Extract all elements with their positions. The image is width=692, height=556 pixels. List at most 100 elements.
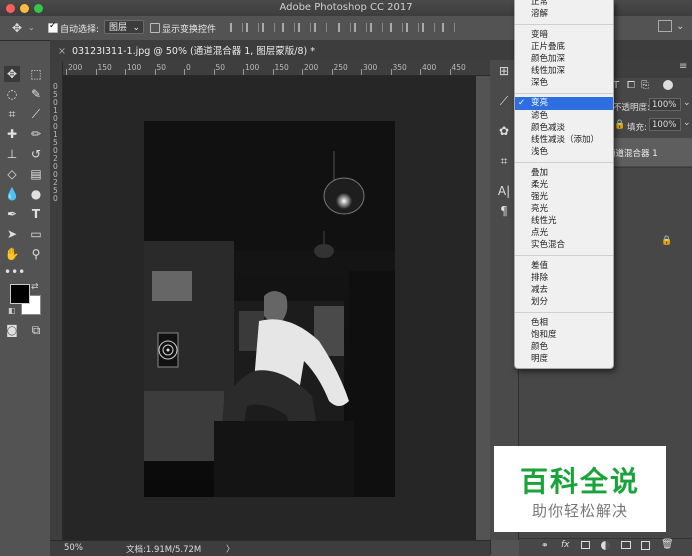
- history-panel-icon[interactable]: ⊞: [497, 64, 511, 78]
- layer-name[interactable]: 通道混合器 1: [607, 147, 658, 159]
- shape-filter-icon[interactable]: ⧠: [627, 80, 635, 91]
- menu-item-linear-burn[interactable]: 线性加深: [531, 65, 565, 77]
- align-vcenter-icon[interactable]: [246, 23, 259, 32]
- swap-colors-icon[interactable]: ⇄: [31, 282, 39, 292]
- auto-align-icon[interactable]: [442, 23, 455, 32]
- menu-item-saturation[interactable]: 饱和度: [531, 329, 557, 341]
- quick-mask-icon[interactable]: ◙: [4, 322, 20, 338]
- chevron-down-icon[interactable]: ⌄: [683, 98, 691, 108]
- auto-select-checkbox[interactable]: ✓: [48, 21, 58, 33]
- default-colors-icon[interactable]: ◧: [8, 306, 16, 315]
- distribute-vcenter-icon[interactable]: [354, 23, 367, 32]
- properties-panel-icon[interactable]: ⟋: [497, 94, 511, 108]
- clone-stamp-tool-icon[interactable]: ⊥: [4, 146, 20, 162]
- show-transform-checkbox[interactable]: [150, 23, 160, 33]
- menu-item-vivid-light[interactable]: 亮光: [531, 203, 548, 215]
- menu-item-multiply[interactable]: 正片叠底: [531, 41, 565, 53]
- smart-filter-icon[interactable]: ⎘: [641, 80, 649, 91]
- opacity-field[interactable]: 100%: [649, 98, 681, 111]
- healing-brush-tool-icon[interactable]: ✚: [4, 126, 20, 142]
- menu-item-normal[interactable]: 正常: [531, 0, 548, 8]
- filter-toggle-icon[interactable]: [663, 80, 673, 90]
- status-menu-arrow[interactable]: 〉: [226, 543, 235, 555]
- menu-item-hard-light[interactable]: 强光: [531, 191, 548, 203]
- menu-item-subtract[interactable]: 减去: [531, 284, 548, 296]
- lasso-tool-icon[interactable]: ◌: [4, 86, 20, 102]
- menu-item-darker-color[interactable]: 深色: [531, 77, 548, 89]
- document-tab[interactable]: × 03123I311-1.jpg @ 50% (通道混合器 1, 图层蒙版/8)…: [58, 43, 315, 61]
- crop-panel-icon[interactable]: ⌗: [497, 154, 511, 168]
- menu-item-difference[interactable]: 差值: [531, 260, 548, 272]
- pen-tool-icon[interactable]: ✒: [4, 206, 20, 222]
- menu-item-divide[interactable]: 划分: [531, 296, 548, 308]
- close-tab-icon[interactable]: ×: [58, 46, 66, 57]
- menu-item-exclusion[interactable]: 排除: [531, 272, 548, 284]
- move-tool-icon[interactable]: ✥: [4, 66, 20, 82]
- new-group-icon[interactable]: [621, 541, 631, 549]
- foreground-color-swatch[interactable]: [10, 284, 30, 304]
- menu-item-lighten[interactable]: 变亮: [531, 97, 548, 109]
- chevron-down-icon[interactable]: ⌄: [683, 118, 691, 128]
- blur-tool-icon[interactable]: 💧: [4, 186, 20, 202]
- crop-tool-icon[interactable]: ⌗: [4, 106, 20, 122]
- path-select-tool-icon[interactable]: ➤: [4, 226, 20, 242]
- eyedropper-tool-icon[interactable]: ⟋: [28, 106, 44, 122]
- zoom-tool-icon[interactable]: ⚲: [28, 246, 44, 262]
- menu-item-screen[interactable]: 滤色: [531, 110, 548, 122]
- eraser-tool-icon[interactable]: ◇: [4, 166, 20, 182]
- hand-tool-icon[interactable]: ✋: [4, 246, 20, 262]
- menu-item-overlay[interactable]: 叠加: [531, 167, 548, 179]
- zoom-level[interactable]: 50%: [64, 543, 83, 553]
- menu-item-linear-dodge[interactable]: 线性减淡（添加）: [531, 134, 599, 146]
- menu-item-soft-light[interactable]: 柔光: [531, 179, 548, 191]
- distribute-right-icon[interactable]: [422, 23, 435, 32]
- menu-item-hue[interactable]: 色相: [531, 317, 548, 329]
- character-panel-icon[interactable]: A|: [497, 184, 511, 198]
- link-layers-icon[interactable]: ⚭: [541, 541, 549, 551]
- marquee-tool-icon[interactable]: ⬚: [28, 66, 44, 82]
- distribute-bottom-icon[interactable]: [370, 23, 383, 32]
- workspace-icon[interactable]: [658, 20, 672, 32]
- align-bottom-icon[interactable]: [262, 23, 275, 32]
- history-brush-tool-icon[interactable]: ↺: [28, 146, 44, 162]
- paragraph-panel-icon[interactable]: ¶: [497, 204, 511, 218]
- fill-field[interactable]: 100%: [649, 118, 681, 131]
- menu-item-pin-light[interactable]: 点光: [531, 227, 548, 239]
- align-hcenter-icon[interactable]: [298, 23, 311, 32]
- panel-menu-icon[interactable]: ≡: [679, 61, 687, 72]
- brush-tool-icon[interactable]: ✏: [28, 126, 44, 142]
- shape-tool-icon[interactable]: ▭: [28, 226, 44, 242]
- gradient-tool-icon[interactable]: ▤: [28, 166, 44, 182]
- blend-mode-selected-row[interactable]: [515, 97, 613, 110]
- libraries-panel-icon[interactable]: ✿: [497, 124, 511, 138]
- new-layer-icon[interactable]: [641, 541, 650, 550]
- chevron-down-icon[interactable]: ⌄: [28, 23, 35, 32]
- align-top-icon[interactable]: [230, 23, 243, 32]
- type-tool-icon[interactable]: T: [28, 206, 44, 222]
- add-mask-icon[interactable]: [581, 541, 590, 549]
- menu-item-darken[interactable]: 变暗: [531, 29, 548, 41]
- auto-select-dropdown[interactable]: 图层 ⌄: [104, 20, 144, 34]
- menu-item-dissolve[interactable]: 溶解: [531, 8, 548, 20]
- chevron-down-icon[interactable]: ⌄: [676, 21, 684, 32]
- menu-item-color-burn[interactable]: 颜色加深: [531, 53, 565, 65]
- document-image[interactable]: [144, 121, 395, 497]
- delete-layer-icon[interactable]: 🗑: [661, 539, 674, 550]
- dodge-tool-icon[interactable]: ●: [28, 186, 44, 202]
- menu-item-luminosity[interactable]: 明度: [531, 353, 548, 365]
- menu-item-color-dodge[interactable]: 颜色减淡: [531, 122, 565, 134]
- fx-icon[interactable]: fx: [561, 540, 570, 550]
- screen-mode-icon[interactable]: ⧉: [28, 322, 44, 338]
- align-right-icon[interactable]: [314, 23, 327, 32]
- quick-select-tool-icon[interactable]: ✎: [28, 86, 44, 102]
- menu-item-hard-mix[interactable]: 实色混合: [531, 239, 565, 251]
- menu-item-lighter-color[interactable]: 浅色: [531, 146, 548, 158]
- adjustment-layer-icon[interactable]: [601, 541, 610, 550]
- move-tool-icon[interactable]: ✥: [12, 21, 22, 35]
- distribute-top-icon[interactable]: [338, 23, 351, 32]
- menu-item-color[interactable]: 颜色: [531, 341, 548, 353]
- more-tools-icon[interactable]: •••: [4, 264, 25, 280]
- lock-all-icon[interactable]: 🔒: [614, 120, 625, 130]
- distribute-hcenter-icon[interactable]: [406, 23, 419, 32]
- align-left-icon[interactable]: [282, 23, 295, 32]
